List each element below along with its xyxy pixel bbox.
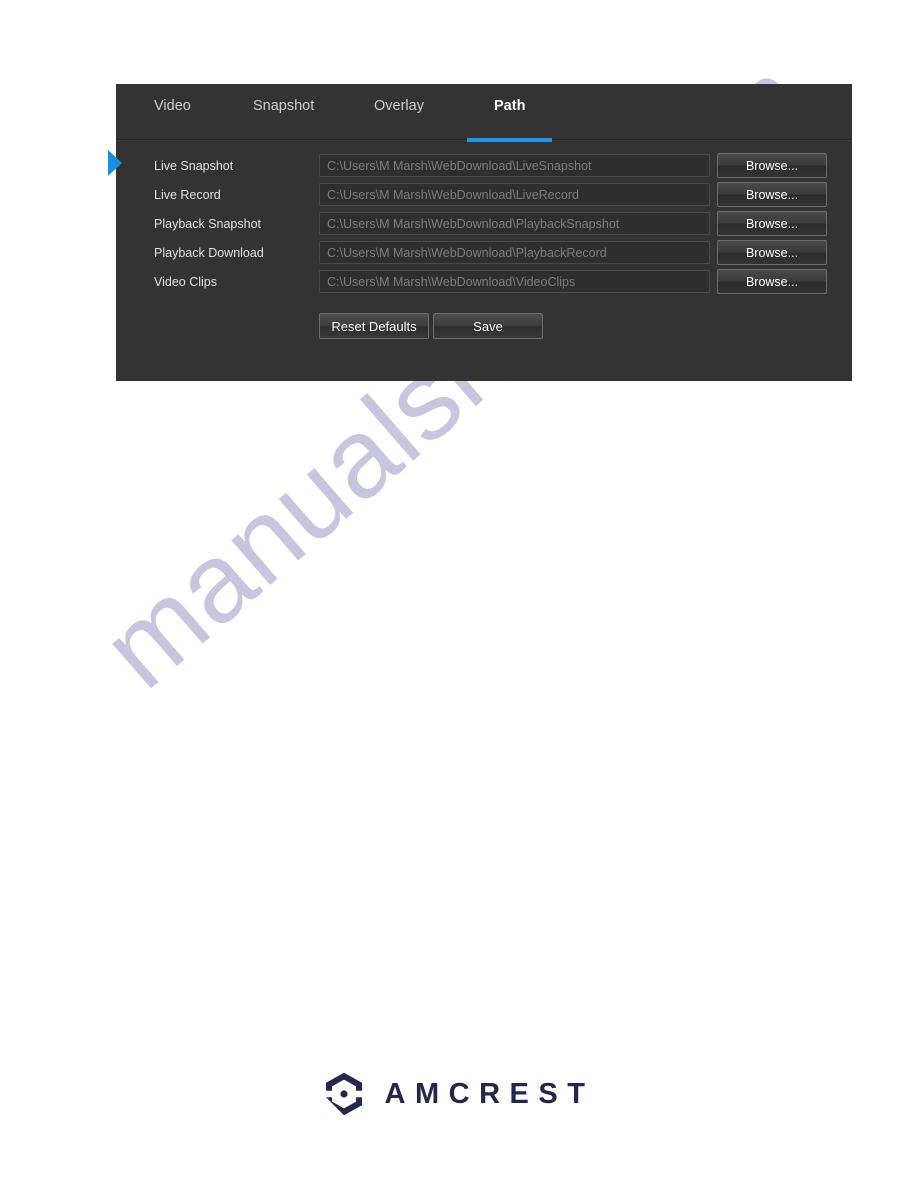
path-row-playback-snapshot: Playback Snapshot C:\Users\M Marsh\WebDo… [116,211,852,241]
path-settings-form: Live Snapshot C:\Users\M Marsh\WebDownlo… [116,140,852,339]
browse-button-live-record[interactable]: Browse... [717,182,827,207]
blue-chevron-right-icon [108,150,122,176]
save-button[interactable]: Save [433,313,543,339]
tab-overlay[interactable]: Overlay [374,98,424,116]
tab-path[interactable]: Path [467,98,553,142]
path-row-playback-download: Playback Download C:\Users\M Marsh\WebDo… [116,240,852,270]
browse-button-playback-snapshot[interactable]: Browse... [717,211,827,236]
input-video-clips[interactable]: C:\Users\M Marsh\WebDownload\VideoClips [319,270,710,293]
label-playback-download: Playback Download [154,246,264,260]
label-live-record: Live Record [154,188,221,202]
label-playback-snapshot: Playback Snapshot [154,217,262,231]
tab-path-label: Path [494,98,526,114]
tab-overlay-label: Overlay [374,98,424,114]
tab-snapshot[interactable]: Snapshot [253,98,314,116]
label-video-clips: Video Clips [154,275,218,289]
amcrest-footer-logo: AMCREST [0,1066,918,1122]
path-row-live-snapshot: Live Snapshot C:\Users\M Marsh\WebDownlo… [116,153,852,183]
action-button-row: Reset Defaults Save [116,313,852,339]
amcrest-wordmark: AMCREST [384,1077,595,1110]
browse-button-playback-download[interactable]: Browse... [717,240,827,265]
amcrest-hexagon-logo-icon [325,1072,362,1116]
input-live-snapshot[interactable]: C:\Users\M Marsh\WebDownload\LiveSnapsho… [319,154,710,177]
browse-button-video-clips[interactable]: Browse... [717,269,827,294]
camera-settings-panel: Video Snapshot Overlay Path Live Snapsho… [108,84,852,381]
tab-snapshot-label: Snapshot [253,98,315,114]
browse-button-live-snapshot[interactable]: Browse... [717,153,827,178]
label-live-snapshot: Live Snapshot [154,159,234,173]
input-playback-snapshot[interactable]: C:\Users\M Marsh\WebDownload\PlaybackSna… [319,212,710,235]
input-playback-download[interactable]: C:\Users\M Marsh\WebDownload\PlaybackRec… [319,241,710,264]
path-row-video-clips: Video Clips C:\Users\M Marsh\WebDownload… [116,269,852,299]
tab-video-label: Video [154,98,191,114]
tab-video[interactable]: Video [154,98,191,116]
reset-defaults-button[interactable]: Reset Defaults [319,313,429,339]
input-live-record[interactable]: C:\Users\M Marsh\WebDownload\LiveRecord [319,183,710,206]
tab-bar: Video Snapshot Overlay Path [116,84,852,142]
path-row-live-record: Live Record C:\Users\M Marsh\WebDownload… [116,182,852,212]
